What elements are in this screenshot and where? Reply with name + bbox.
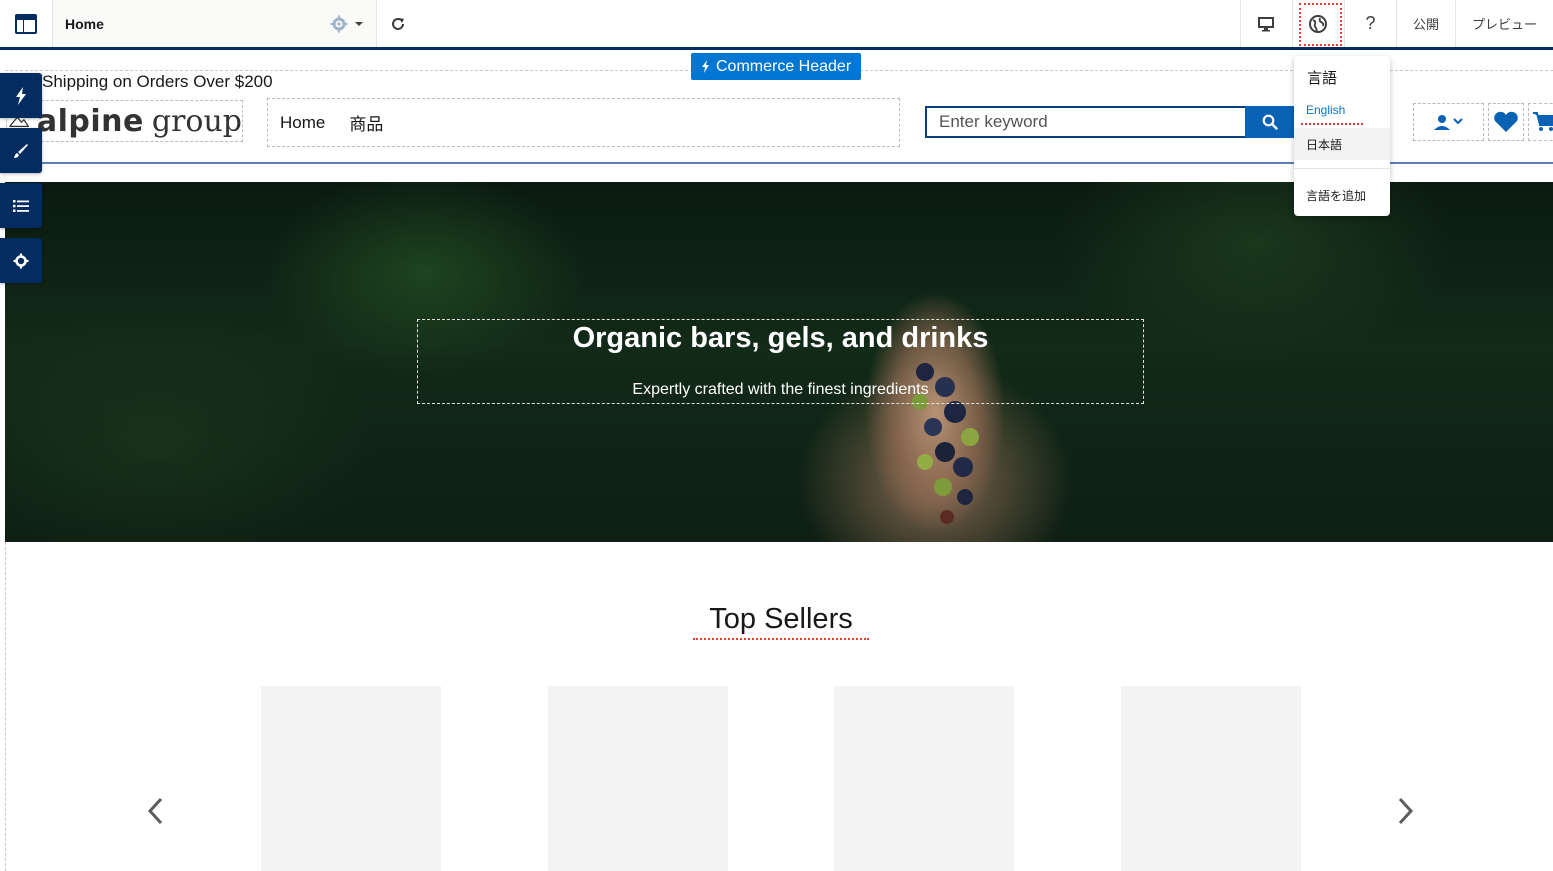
product-card[interactable] bbox=[548, 686, 728, 871]
rail-settings-button[interactable] bbox=[0, 238, 42, 283]
search-icon bbox=[1262, 114, 1278, 130]
shipping-banner: Shipping on Orders Over $200 bbox=[42, 72, 273, 91]
rail-components-button[interactable] bbox=[0, 73, 42, 118]
cart-icon bbox=[1532, 112, 1553, 131]
help-button[interactable]: ? bbox=[1345, 0, 1397, 47]
gear-icon bbox=[13, 253, 29, 268]
logo-word-alpine: alpine bbox=[36, 103, 144, 139]
language-option-japanese[interactable]: 日本語 bbox=[1294, 128, 1390, 160]
account-icon bbox=[1433, 115, 1463, 130]
commerce-header-label: Commerce Header bbox=[716, 57, 852, 75]
wishlist-button[interactable] bbox=[1488, 103, 1524, 141]
device-preview-button[interactable] bbox=[1241, 0, 1293, 47]
commerce-header-badge[interactable]: Commerce Header bbox=[691, 53, 862, 80]
hero-text-block: Organic bars, gels, and drinks Expertly … bbox=[417, 319, 1144, 404]
menu-divider bbox=[1294, 168, 1390, 169]
refresh-icon bbox=[392, 17, 404, 30]
refresh-button[interactable] bbox=[377, 0, 419, 47]
lightning-icon bbox=[702, 60, 709, 73]
product-card[interactable] bbox=[1121, 686, 1301, 871]
gear-icon[interactable] bbox=[330, 15, 348, 33]
rail-theme-button[interactable] bbox=[0, 128, 42, 173]
highlight-box bbox=[1298, 3, 1342, 46]
lightning-icon bbox=[16, 86, 26, 105]
page-name: Home bbox=[65, 15, 104, 32]
wishlist-heart-icon bbox=[1494, 111, 1518, 132]
builder-toolbar: Home ? 公開 プレビュー bbox=[0, 0, 1553, 50]
app-menu-button[interactable] bbox=[0, 0, 53, 47]
language-menu-title: 言語 bbox=[1307, 70, 1338, 87]
search-button[interactable] bbox=[1245, 106, 1295, 138]
carousel-prev-button[interactable] bbox=[140, 795, 170, 827]
preview-label: プレビュー bbox=[1471, 17, 1537, 32]
language-option-english[interactable]: English bbox=[1294, 94, 1390, 126]
site-nav: Home 商品 bbox=[267, 98, 900, 147]
chevron-down-icon[interactable] bbox=[354, 20, 364, 28]
page-selector[interactable]: Home bbox=[53, 0, 377, 47]
hero-title: Organic bars, gels, and drinks bbox=[572, 322, 989, 354]
account-menu[interactable] bbox=[1413, 103, 1484, 141]
section-outline bbox=[5, 542, 6, 871]
publish-label: 公開 bbox=[1412, 17, 1439, 32]
top-sellers-title: Top Sellers bbox=[693, 603, 869, 640]
publish-button[interactable]: 公開 bbox=[1397, 0, 1456, 47]
chevron-left-icon bbox=[147, 797, 163, 825]
language-dropdown: 言語 English 日本語 言語を追加 bbox=[1294, 56, 1390, 216]
product-card[interactable] bbox=[261, 686, 441, 871]
brush-icon bbox=[14, 143, 28, 158]
add-language-option[interactable]: 言語を追加 bbox=[1294, 179, 1390, 211]
preview-button[interactable]: プレビュー bbox=[1456, 0, 1553, 47]
site-search bbox=[925, 106, 1295, 138]
search-input[interactable] bbox=[925, 106, 1245, 138]
logo-word-group: group bbox=[151, 103, 242, 139]
hero-subtitle: Expertly crafted with the finest ingredi… bbox=[632, 381, 929, 398]
cart-button[interactable] bbox=[1528, 103, 1553, 141]
list-icon bbox=[13, 199, 29, 212]
carousel-next-button[interactable] bbox=[1391, 795, 1421, 827]
hero-banner[interactable]: Organic bars, gels, and drinks Expertly … bbox=[5, 182, 1553, 542]
experience-builder: Home ? 公開 プレビュー Commerce Header Shipping… bbox=[0, 0, 1553, 871]
desktop-icon bbox=[1258, 16, 1275, 31]
rail-structure-button[interactable] bbox=[0, 183, 42, 228]
chevron-right-icon bbox=[1398, 797, 1414, 825]
language-button[interactable] bbox=[1293, 0, 1345, 47]
help-label: ? bbox=[1365, 13, 1376, 33]
spellcheck-underline bbox=[1301, 123, 1363, 125]
nav-home[interactable]: Home bbox=[280, 113, 325, 133]
toolbar-spacer bbox=[419, 0, 1241, 47]
layout-icon bbox=[15, 13, 37, 34]
product-card[interactable] bbox=[834, 686, 1014, 871]
nav-products[interactable]: 商品 bbox=[349, 110, 383, 135]
header-icons bbox=[1413, 103, 1553, 141]
